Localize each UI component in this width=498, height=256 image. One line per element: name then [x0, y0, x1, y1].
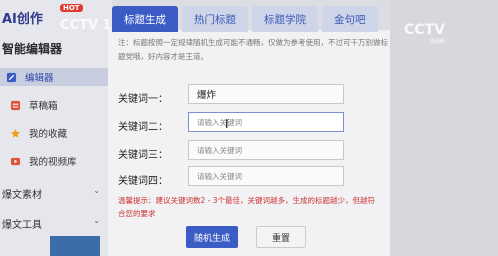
keyword4-input[interactable]: 请输入关键词	[188, 166, 344, 186]
hint-text: 温馨提示：建议关键词数2 - 3个最佳，关键词越多，生成的标题越少，但越符合您的…	[118, 196, 376, 218]
sidebar-group-label: 爆文工具	[2, 220, 42, 231]
hot-badge: HOT	[60, 4, 83, 12]
tab-title-generate[interactable]: 标题生成	[112, 6, 178, 32]
sidebar-group-materials[interactable]: 爆文素材 ⌄	[2, 186, 108, 201]
text-cursor-icon: I	[225, 117, 229, 131]
sidebar-group-label: 爆文素材	[2, 190, 42, 201]
sidebar-item-video-library[interactable]: 我的视频库	[4, 152, 77, 170]
sidebar-section-title: 智能编辑器	[2, 42, 63, 56]
sidebar-item-label: 我的收藏	[29, 129, 68, 140]
sidebar-item-label: 编辑器	[25, 73, 54, 84]
draft-icon	[10, 100, 21, 110]
keyword1-input[interactable]: 爆炸	[188, 84, 344, 104]
sidebar-item-label: 我的视频库	[29, 157, 77, 168]
tab-bar: 标题生成 热门标题 标题学院 金句吧	[112, 6, 382, 32]
notice-text: 注：标题按照一定规律随机生成可能不通畅，仅做为参考使用，不过可千万别做标题党哦，…	[118, 38, 388, 61]
keyword1-label: 关键词一：	[118, 94, 168, 105]
keyword2-input[interactable]: 请输入关键词	[188, 112, 344, 132]
keyword3-label: 关键词三：	[118, 150, 168, 161]
sidebar-item-drafts[interactable]: 草稿箱	[4, 96, 58, 114]
keyword2-label: 关键词二：	[118, 122, 168, 133]
star-icon	[10, 128, 21, 138]
sidebar: AI创作 HOT 智能编辑器 编辑器 草稿箱 我的收藏 我的视频库 爆文素材 ⌄	[0, 0, 112, 256]
edit-icon	[6, 72, 17, 82]
video-icon	[10, 157, 21, 165]
tab-golden-quotes[interactable]: 金句吧	[322, 6, 378, 32]
tab-title-academy[interactable]: 标题学院	[252, 6, 318, 32]
chevron-down-icon: ⌄	[93, 186, 100, 195]
thumbnail-image	[50, 236, 100, 256]
tab-hot-titles[interactable]: 热门标题	[182, 6, 248, 32]
sidebar-item-favorites[interactable]: 我的收藏	[4, 124, 67, 142]
chevron-down-icon: ⌄	[93, 216, 100, 225]
sidebar-item-editor[interactable]: 编辑器	[0, 68, 110, 86]
sidebar-item-label: 草稿箱	[29, 101, 58, 112]
brand-title[interactable]: AI创作	[2, 8, 43, 27]
generate-button[interactable]: 随机生成	[186, 226, 238, 248]
sidebar-group-tools[interactable]: 爆文工具 ⌄	[2, 216, 108, 231]
keyword3-input[interactable]: 请输入关键词	[188, 140, 344, 160]
reset-button[interactable]: 重置	[256, 226, 306, 248]
cctv-logo: CCTV 央视网	[404, 22, 445, 45]
keyword4-label: 关键词四：	[118, 176, 168, 187]
cctv-logo-text: CCTV	[404, 22, 445, 38]
cctv-logo-subtext: 央视网	[429, 39, 445, 45]
